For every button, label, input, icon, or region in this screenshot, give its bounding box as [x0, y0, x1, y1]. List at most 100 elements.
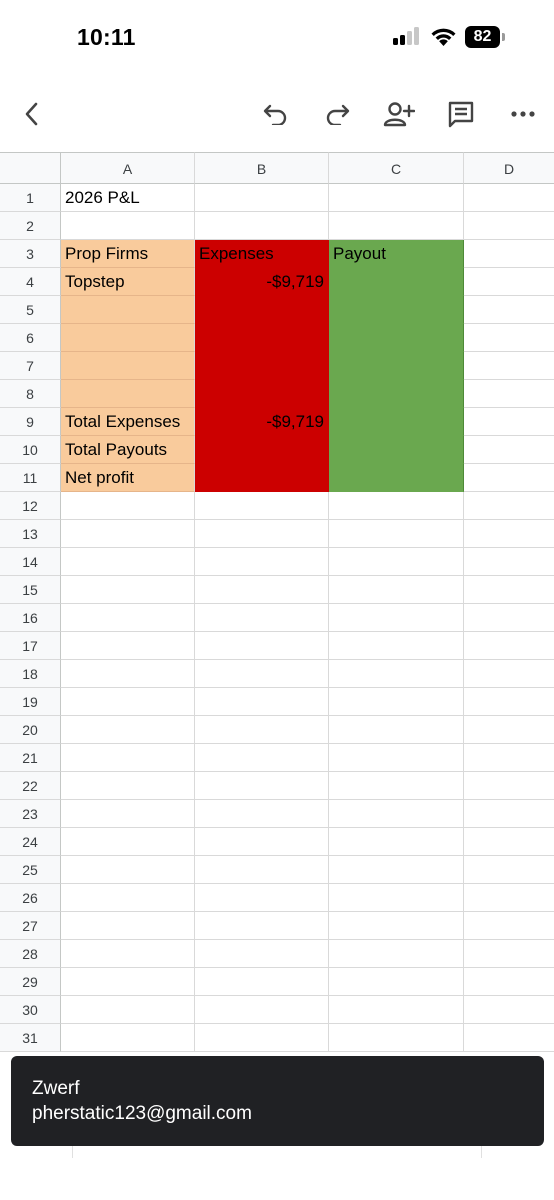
cell-C25[interactable] [329, 856, 464, 884]
comment-icon[interactable] [443, 96, 479, 132]
cell-B28[interactable] [195, 940, 329, 968]
cell-D14[interactable] [464, 548, 554, 576]
row-header[interactable]: 24 [0, 828, 61, 856]
cell-C23[interactable] [329, 800, 464, 828]
row-header[interactable]: 1 [0, 184, 61, 212]
cell-B5[interactable] [195, 296, 329, 324]
cell-D2[interactable] [464, 212, 554, 240]
cell-B10[interactable] [195, 436, 329, 464]
row-header[interactable]: 16 [0, 604, 61, 632]
cell-C19[interactable] [329, 688, 464, 716]
cell-C3[interactable]: Payout [329, 240, 464, 268]
cell-A17[interactable] [61, 632, 195, 660]
row-header[interactable]: 30 [0, 996, 61, 1024]
row-header[interactable]: 4 [0, 268, 61, 296]
cell-B31[interactable] [195, 1024, 329, 1052]
row-header[interactable]: 26 [0, 884, 61, 912]
cell-C18[interactable] [329, 660, 464, 688]
cell-B26[interactable] [195, 884, 329, 912]
cell-A15[interactable] [61, 576, 195, 604]
cell-C13[interactable] [329, 520, 464, 548]
cell-D29[interactable] [464, 968, 554, 996]
cell-A19[interactable] [61, 688, 195, 716]
cell-A22[interactable] [61, 772, 195, 800]
cell-B18[interactable] [195, 660, 329, 688]
row-header[interactable]: 31 [0, 1024, 61, 1052]
cell-A6[interactable] [61, 324, 195, 352]
cell-D8[interactable] [464, 380, 554, 408]
cell-B6[interactable] [195, 324, 329, 352]
cell-D28[interactable] [464, 940, 554, 968]
cell-B15[interactable] [195, 576, 329, 604]
cell-C21[interactable] [329, 744, 464, 772]
column-header-d[interactable]: D [464, 152, 554, 184]
cell-A25[interactable] [61, 856, 195, 884]
row-header[interactable]: 9 [0, 408, 61, 436]
cell-A9[interactable]: Total Expenses [61, 408, 195, 436]
cell-C17[interactable] [329, 632, 464, 660]
more-icon[interactable] [505, 96, 541, 132]
cell-C29[interactable] [329, 968, 464, 996]
cell-C16[interactable] [329, 604, 464, 632]
cell-B24[interactable] [195, 828, 329, 856]
cell-C1[interactable] [329, 184, 464, 212]
cell-C11[interactable] [329, 464, 464, 492]
cell-C31[interactable] [329, 1024, 464, 1052]
row-header[interactable]: 19 [0, 688, 61, 716]
cell-C24[interactable] [329, 828, 464, 856]
cell-D18[interactable] [464, 660, 554, 688]
cell-C6[interactable] [329, 324, 464, 352]
column-header-a[interactable]: A [61, 152, 195, 184]
cell-B4[interactable]: -$9,719 [195, 268, 329, 296]
cell-C22[interactable] [329, 772, 464, 800]
cell-C12[interactable] [329, 492, 464, 520]
row-header[interactable]: 5 [0, 296, 61, 324]
row-header[interactable]: 7 [0, 352, 61, 380]
cell-D5[interactable] [464, 296, 554, 324]
cell-B21[interactable] [195, 744, 329, 772]
cell-C15[interactable] [329, 576, 464, 604]
cell-C26[interactable] [329, 884, 464, 912]
row-header[interactable]: 2 [0, 212, 61, 240]
cell-D30[interactable] [464, 996, 554, 1024]
cell-C28[interactable] [329, 940, 464, 968]
cell-B1[interactable] [195, 184, 329, 212]
cell-B16[interactable] [195, 604, 329, 632]
cell-B12[interactable] [195, 492, 329, 520]
cell-B13[interactable] [195, 520, 329, 548]
cell-C4[interactable] [329, 268, 464, 296]
cell-B7[interactable] [195, 352, 329, 380]
cell-B25[interactable] [195, 856, 329, 884]
cell-D12[interactable] [464, 492, 554, 520]
cell-C27[interactable] [329, 912, 464, 940]
cell-D27[interactable] [464, 912, 554, 940]
cell-D15[interactable] [464, 576, 554, 604]
cell-B9[interactable]: -$9,719 [195, 408, 329, 436]
cell-D13[interactable] [464, 520, 554, 548]
cell-C20[interactable] [329, 716, 464, 744]
cell-A4[interactable]: Topstep [61, 268, 195, 296]
cell-D6[interactable] [464, 324, 554, 352]
cell-A8[interactable] [61, 380, 195, 408]
cell-A12[interactable] [61, 492, 195, 520]
row-header[interactable]: 20 [0, 716, 61, 744]
cell-B11[interactable] [195, 464, 329, 492]
cell-A30[interactable] [61, 996, 195, 1024]
cell-A7[interactable] [61, 352, 195, 380]
cell-C5[interactable] [329, 296, 464, 324]
column-header-c[interactable]: C [329, 152, 464, 184]
cell-D23[interactable] [464, 800, 554, 828]
row-header[interactable]: 10 [0, 436, 61, 464]
cell-C30[interactable] [329, 996, 464, 1024]
cell-A11[interactable]: Net profit [61, 464, 195, 492]
cell-A1[interactable]: 2026 P&L [61, 184, 195, 212]
cell-A5[interactable] [61, 296, 195, 324]
cell-D4[interactable] [464, 268, 554, 296]
row-header[interactable]: 21 [0, 744, 61, 772]
cell-A16[interactable] [61, 604, 195, 632]
cell-B19[interactable] [195, 688, 329, 716]
cell-A2[interactable] [61, 212, 195, 240]
cell-A18[interactable] [61, 660, 195, 688]
cell-A31[interactable] [61, 1024, 195, 1052]
cell-D17[interactable] [464, 632, 554, 660]
